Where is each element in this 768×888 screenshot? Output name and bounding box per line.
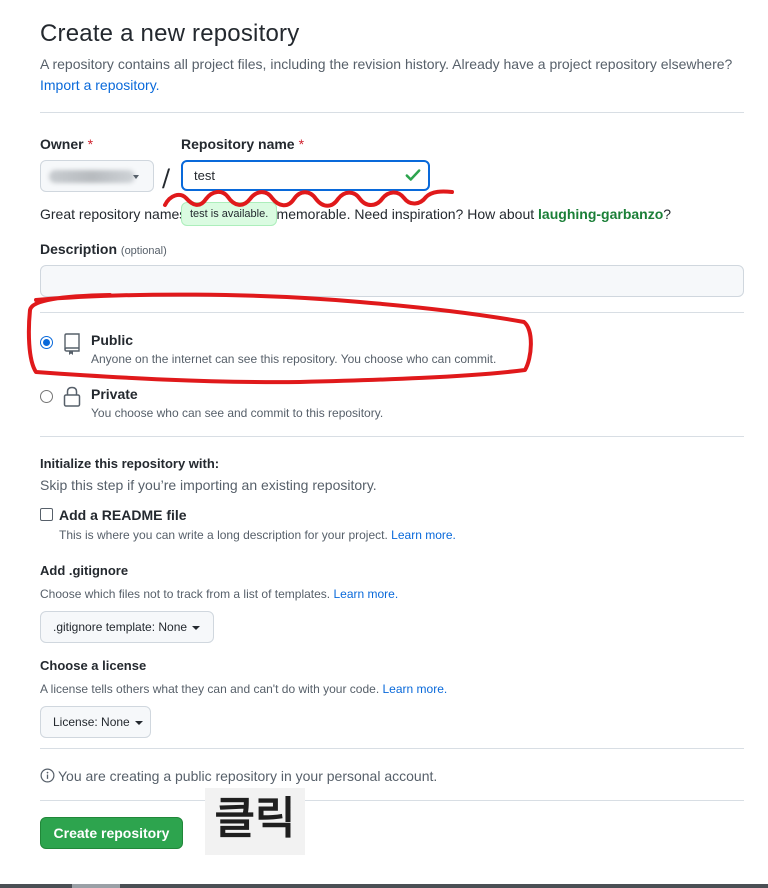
license-learn-more-link[interactable]: Learn more. <box>383 682 448 696</box>
license-description: A license tells others what they can and… <box>40 682 447 696</box>
info-icon <box>40 768 55 783</box>
readme-checkbox[interactable] <box>40 508 53 521</box>
inspiration-end: ? <box>663 206 672 222</box>
init-title: Initialize this repository with: <box>40 456 220 471</box>
repo-name-label: Repository name * <box>181 136 304 152</box>
inspiration-text: Great repository names are short and mem… <box>40 206 671 222</box>
public-description: Anyone on the internet can see this repo… <box>91 352 497 366</box>
readme-description-text: This is where you can write a long descr… <box>59 528 388 542</box>
license-dropdown[interactable]: License: None <box>40 706 151 738</box>
divider <box>40 748 744 749</box>
license-title: Choose a license <box>40 658 147 673</box>
check-icon <box>405 169 421 181</box>
owner-avatar-redacted <box>49 170 135 183</box>
description-label-text: Description <box>40 241 118 257</box>
repo-icon <box>64 333 80 355</box>
readme-description: This is where you can write a long descr… <box>59 528 456 542</box>
gitignore-title: Add .gitignore <box>40 563 129 578</box>
gitignore-template-dropdown[interactable]: .gitignore template: None <box>40 611 214 643</box>
repo-name-label-text: Repository name <box>181 136 295 152</box>
private-title: Private <box>91 386 138 402</box>
description-optional: (optional) <box>120 245 167 257</box>
private-description: You choose who can see and commit to thi… <box>91 406 384 420</box>
page-subtitle: A repository contains all project files,… <box>40 54 740 96</box>
description-label: Description (optional) <box>40 241 167 257</box>
readme-label[interactable]: Add a README file <box>59 507 187 523</box>
repository-name-input[interactable] <box>181 160 430 191</box>
chevron-down-icon <box>133 175 139 179</box>
owner-select[interactable] <box>40 160 154 192</box>
taskbar-segment <box>72 884 120 888</box>
repo-name-required-mark: * <box>298 136 305 152</box>
divider <box>40 800 744 801</box>
license-description-text: A license tells others what they can and… <box>40 682 380 696</box>
page-subtitle-text: A repository contains all project files,… <box>40 56 733 72</box>
private-radio[interactable] <box>40 390 53 403</box>
taskbar-strip <box>0 884 768 888</box>
account-notice: You are creating a public repository in … <box>40 768 437 784</box>
chevron-down-icon <box>192 625 201 630</box>
owner-repo-separator: / <box>162 164 171 192</box>
gitignore-description-text: Choose which files not to track from a l… <box>40 587 331 601</box>
divider <box>40 112 744 113</box>
init-subtitle: Skip this step if you’re importing an ex… <box>40 477 377 493</box>
owner-label-text: Owner <box>40 136 84 152</box>
description-input[interactable] <box>40 265 744 297</box>
license-label: License: None <box>53 715 130 729</box>
import-repository-link[interactable]: Import a repository. <box>40 77 160 93</box>
lock-icon <box>63 386 81 407</box>
inspiration-sentence: Great repository names are short and mem… <box>40 206 539 222</box>
create-repository-button[interactable]: Create repository <box>40 817 183 849</box>
gitignore-template-label: .gitignore template: None <box>53 620 188 634</box>
owner-required-mark: * <box>87 136 94 152</box>
availability-tooltip: test is available. <box>181 202 278 226</box>
account-notice-text: You are creating a public repository in … <box>58 768 438 784</box>
divider <box>40 436 744 437</box>
red-annotation-marks <box>26 189 533 385</box>
page-title: Create a new repository <box>40 20 300 47</box>
divider <box>40 312 744 313</box>
public-title: Public <box>91 332 134 348</box>
owner-label: Owner * <box>40 136 93 152</box>
chevron-down-icon <box>134 720 143 725</box>
gitignore-description: Choose which files not to track from a l… <box>40 587 398 601</box>
click-annotation-label: 클릭 <box>205 788 305 855</box>
suggested-name-link[interactable]: laughing-garbanzo <box>538 206 663 222</box>
readme-learn-more-link[interactable]: Learn more. <box>391 528 456 542</box>
public-radio[interactable] <box>40 336 53 349</box>
gitignore-learn-more-link[interactable]: Learn more. <box>333 587 398 601</box>
